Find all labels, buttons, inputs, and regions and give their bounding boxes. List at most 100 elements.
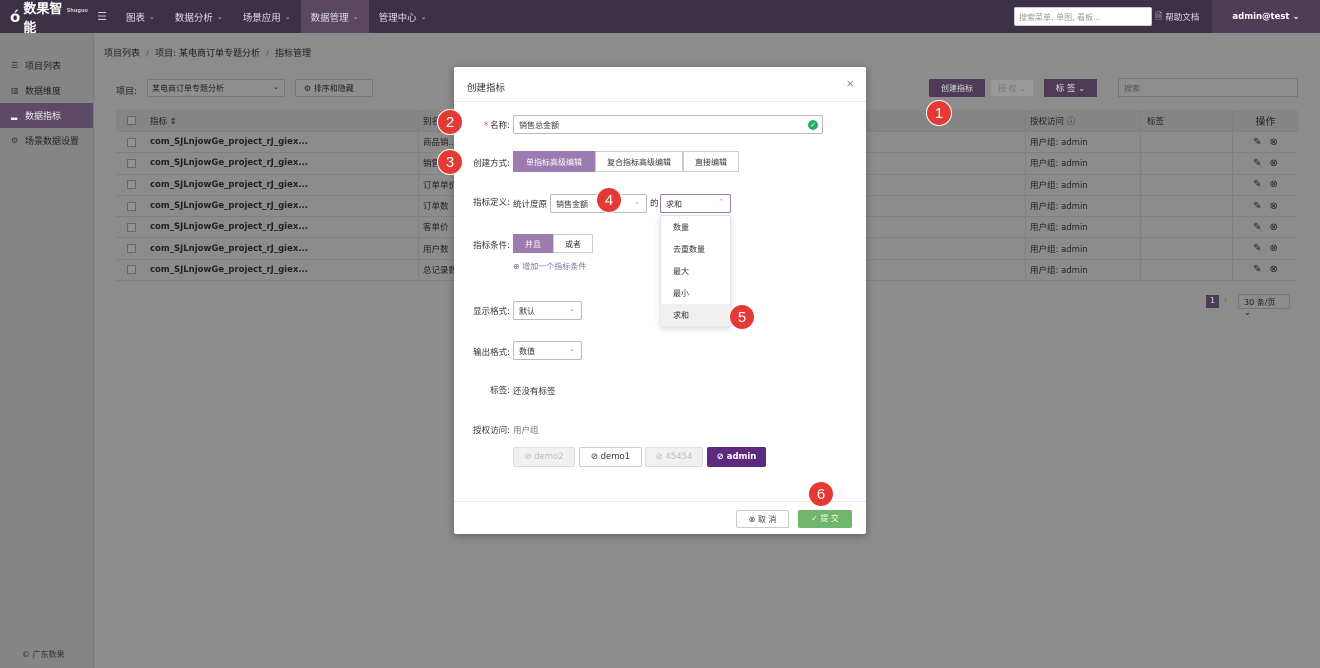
row-checkbox[interactable]	[126, 244, 136, 254]
submit-button[interactable]: ✓ 提 交	[798, 510, 852, 528]
row-checkbox[interactable]	[126, 201, 136, 211]
sidebar-item-dimensions[interactable]: ▥ 数据维度	[0, 78, 93, 103]
definition-label: 指标定义:	[473, 198, 510, 208]
annotation-badge-2: 2	[437, 109, 463, 135]
delete-icon[interactable]: ⊗	[1270, 179, 1278, 190]
row-checkbox[interactable]	[126, 265, 136, 275]
table-search-input[interactable]: 搜索	[1118, 78, 1298, 97]
delete-icon[interactable]: ⊗	[1270, 201, 1278, 212]
mode-single-advanced[interactable]: 单指标高级编辑	[513, 151, 595, 172]
definition-of: 的	[650, 199, 659, 209]
metric-name-value: 销售总金额	[519, 121, 559, 130]
metric-access: 用户组: admin	[1025, 195, 1140, 217]
agg-option-sum[interactable]: 求和	[661, 304, 730, 326]
mode-direct-edit[interactable]: 直接编辑	[683, 151, 739, 172]
delete-icon[interactable]: ⊗	[1270, 137, 1278, 148]
row-checkbox[interactable]	[126, 222, 136, 232]
pager-page-1[interactable]: 1	[1206, 295, 1219, 308]
sidebar-item-label: 项目列表	[25, 62, 62, 72]
edit-icon[interactable]: ✎	[1253, 137, 1261, 148]
global-search-input[interactable]: 搜索菜单, 单图, 看板...	[1014, 7, 1152, 26]
edit-icon[interactable]: ✎	[1253, 243, 1261, 254]
sidebar-item-scene-settings[interactable]: ⚙ 场景数据设置	[0, 128, 93, 153]
access-group-demo2[interactable]: ⊘ demo2	[513, 447, 575, 467]
nav-scenarios[interactable]: 场景应用 ⌄	[233, 0, 301, 33]
help-docs-link[interactable]: 🗎 帮助文档	[1155, 0, 1199, 33]
create-metric-button[interactable]: 创建指标	[929, 79, 985, 97]
nav-label: 数据分析	[174, 12, 213, 24]
column-header-name[interactable]: 指标 ⇕	[146, 110, 419, 131]
cancel-button[interactable]: ⊗ 取 消	[736, 510, 789, 528]
nav-admin-center[interactable]: 管理中心 ⌄	[369, 0, 437, 33]
hamburger-menu-icon[interactable]: ☰	[88, 10, 116, 23]
nav-data-management[interactable]: 数据管理 ⌄	[300, 0, 369, 33]
annotation-badge-1: 1	[926, 100, 952, 126]
display-format-select[interactable]: 默认 ⌄	[513, 301, 582, 320]
annotation-badge-4: 4	[596, 187, 622, 213]
edit-icon[interactable]: ✎	[1253, 222, 1261, 233]
delete-icon[interactable]: ⊗	[1270, 158, 1278, 169]
agg-option-max[interactable]: 最大	[661, 260, 730, 282]
nav-charts[interactable]: 图表 ⌄	[116, 0, 165, 33]
access-group-45454[interactable]: ⊘ 45454	[645, 447, 703, 467]
sidebar-item-metrics[interactable]: ▂ 数据指标	[0, 103, 93, 128]
dimension-icon: ▥	[11, 86, 19, 95]
access-group-admin[interactable]: ⊘ admin	[707, 447, 766, 467]
chevron-down-icon: ⌄	[284, 12, 291, 21]
metric-name: com_SJLnjowGe_project_rJ_giex...	[146, 132, 419, 153]
delete-icon[interactable]: ⊗	[1270, 264, 1278, 275]
column-header-access: 授权访问 ⓘ	[1025, 110, 1140, 131]
project-select[interactable]: 某电商订单专题分析 ⌄	[147, 79, 285, 97]
metric-tags	[1140, 174, 1232, 195]
breadcrumb-item[interactable]: 项目: 某电商订单专题分析	[155, 49, 260, 59]
edit-icon[interactable]: ✎	[1253, 264, 1261, 275]
authorize-button[interactable]: 授 权 ⌄	[990, 79, 1034, 97]
row-checkbox[interactable]	[126, 137, 136, 147]
edit-icon[interactable]: ✎	[1253, 201, 1261, 212]
select-all-checkbox[interactable]	[126, 116, 136, 125]
sidebar-item-projects[interactable]: ☰ 项目列表	[0, 53, 93, 78]
breadcrumb-separator: /	[146, 49, 150, 59]
agg-option-count[interactable]: 数量	[661, 216, 730, 238]
delete-icon[interactable]: ⊗	[1270, 243, 1278, 254]
agg-option-distinct-count[interactable]: 去重数量	[661, 238, 730, 260]
metric-tags	[1140, 195, 1232, 217]
access-group-demo1[interactable]: ⊘ demo1	[579, 447, 642, 467]
aggregation-select[interactable]: 求和 ⌃	[660, 194, 731, 213]
tag-button[interactable]: 标 签 ⌄	[1044, 79, 1097, 97]
add-condition-link[interactable]: ⊕ 增加一个指标条件	[513, 261, 586, 272]
project-value: 某电商订单专题分析	[152, 84, 224, 93]
output-format-select[interactable]: 数值 ⌄	[513, 341, 582, 360]
nav-label: 管理中心	[378, 12, 417, 24]
nav-data-analysis[interactable]: 数据分析 ⌄	[165, 0, 233, 33]
edit-icon[interactable]: ✎	[1253, 179, 1261, 190]
annotation-badge-6: 6	[808, 481, 834, 507]
delete-icon[interactable]: ⊗	[1270, 222, 1278, 233]
sidebar-item-label: 数据维度	[25, 87, 62, 97]
mode-composite-advanced[interactable]: 复合指标高级编辑	[595, 151, 683, 172]
column-header-tags: 标签	[1140, 110, 1232, 131]
project-label: 项目:	[116, 87, 138, 97]
brand-logo[interactable]: ó 数果智能 Shuguo	[0, 0, 88, 36]
row-checkbox[interactable]	[126, 158, 136, 168]
agg-option-min[interactable]: 最小	[661, 282, 730, 304]
name-label-text: 名称:	[490, 121, 510, 131]
check-circle-icon: ⊘	[590, 452, 601, 462]
chevron-down-icon: ⌄	[569, 345, 575, 353]
chevron-down-icon: ⌄	[420, 12, 427, 21]
metric-name-input[interactable]: 销售总金额 ✓	[513, 115, 823, 134]
help-label: 帮助文档	[1165, 12, 1200, 23]
row-checkbox[interactable]	[126, 180, 136, 190]
edit-icon[interactable]: ✎	[1253, 158, 1261, 169]
breadcrumb-item[interactable]: 项目列表	[104, 49, 140, 59]
modal-footer: ⊗ 取 消 ✓ 提 交	[454, 501, 866, 534]
condition-or-button[interactable]: 或者	[553, 234, 593, 253]
condition-and-button[interactable]: 并且	[513, 234, 553, 253]
chevron-down-icon: ⌄	[352, 12, 359, 21]
check-circle-icon: ⊘	[524, 452, 535, 462]
close-icon[interactable]: ×	[846, 77, 855, 90]
user-menu[interactable]: admin@test ⌄	[1212, 0, 1320, 33]
pager-next-icon[interactable]: ›	[1224, 295, 1227, 304]
sort-hide-button[interactable]: ⚙ 排序和隐藏	[295, 79, 373, 97]
pager-size-select[interactable]: 30 条/页 ⌄	[1238, 294, 1290, 317]
